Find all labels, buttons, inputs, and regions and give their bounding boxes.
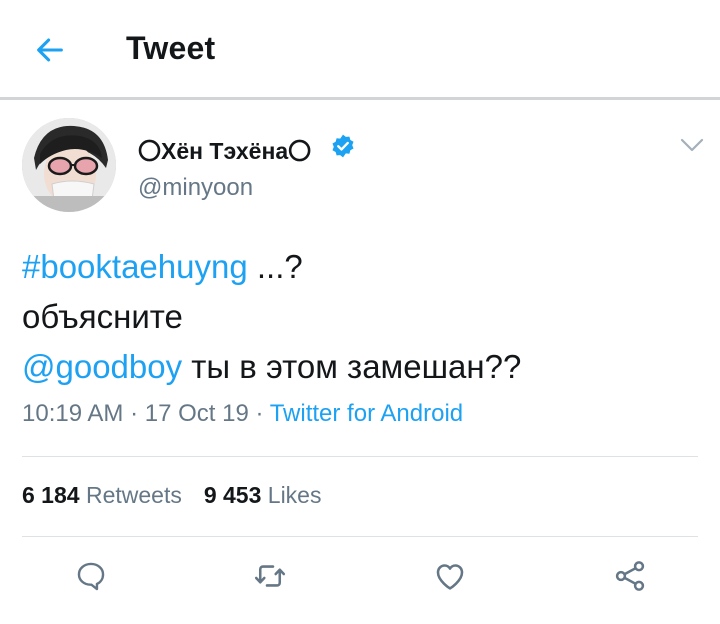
tweet-line-3-text: ты в этом замешан??: [182, 348, 522, 385]
share-icon: [615, 561, 645, 591]
likes-stat[interactable]: 9 453 Likes: [204, 482, 322, 508]
divider: [22, 456, 698, 457]
retweet-icon: [254, 565, 286, 587]
header-divider: [0, 97, 720, 100]
retweets-label: Retweets: [85, 482, 182, 508]
page-title: Tweet: [126, 30, 216, 66]
author-name[interactable]: 〇Хён Тэхёна〇: [138, 132, 311, 166]
retweets-stat[interactable]: 6 184 Retweets: [22, 482, 182, 508]
share-button[interactable]: [610, 556, 650, 596]
meta-separator: ·: [123, 400, 145, 427]
tweet-date: 17 Oct 19: [144, 400, 249, 427]
meta-separator: ·: [248, 400, 270, 427]
retweet-button[interactable]: [250, 556, 290, 596]
tweet-source-link[interactable]: Twitter for Android: [270, 400, 463, 427]
top-bar: Tweet: [0, 0, 720, 98]
divider: [22, 536, 698, 537]
reply-button[interactable]: [71, 556, 111, 596]
author-handle[interactable]: @minyoon: [138, 174, 253, 202]
tweet-line-1: #booktaehuyng ...?: [22, 242, 702, 292]
back-button[interactable]: [30, 30, 70, 70]
mention-link[interactable]: @goodboy: [22, 348, 182, 385]
avatar[interactable]: [22, 118, 116, 212]
retweets-count: 6 184: [22, 482, 80, 508]
arrow-left-icon: [37, 38, 63, 62]
tweet-meta: 10:19 AM · 17 Oct 19 · Twitter for Andro…: [22, 400, 463, 428]
tweet-text: #booktaehuyng ...? объясните @goodboy ты…: [22, 242, 702, 392]
like-icon: [436, 564, 464, 590]
verified-badge-icon: [332, 134, 354, 158]
tweet-line-3: @goodboy ты в этом замешан??: [22, 342, 702, 392]
chevron-down-icon[interactable]: [678, 134, 706, 156]
hashtag-link[interactable]: #booktaehuyng: [22, 248, 248, 285]
likes-label: Likes: [267, 482, 322, 508]
avatar-photo: [22, 118, 116, 212]
reply-icon: [77, 562, 105, 591]
tweet-stats: 6 184 Retweets 9 453 Likes: [22, 482, 321, 509]
like-button[interactable]: [430, 556, 470, 596]
tweet-time: 10:19 AM: [22, 400, 124, 427]
tweet-line-2: объясните: [22, 298, 183, 335]
tweet-line-1-text: ...?: [247, 248, 303, 285]
likes-count: 9 453: [203, 482, 262, 508]
